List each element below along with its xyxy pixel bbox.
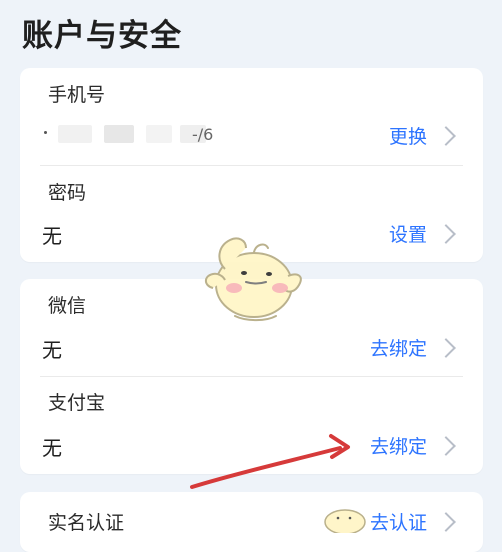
realname-card: 实名认证 去认证 (20, 492, 483, 552)
chevron-right-icon (436, 224, 456, 244)
change-phone-label: 更换 (388, 126, 427, 148)
chevron-right-icon (436, 436, 456, 456)
chevron-right-icon (436, 338, 456, 358)
bind-wechat-label: 去绑定 (369, 338, 427, 360)
password-label: 密码 (48, 182, 87, 204)
change-phone-button[interactable]: 更换 (388, 122, 456, 149)
alipay-value: 无 (42, 436, 62, 460)
bind-alipay-button[interactable]: 去绑定 (369, 432, 456, 459)
set-password-label: 设置 (388, 224, 427, 246)
red-arrow-icon (190, 434, 350, 489)
realname-label: 实名认证 (48, 512, 125, 534)
mini-mascot-icon (324, 509, 366, 533)
chick-mascot-icon (204, 237, 302, 322)
wechat-label: 微信 (48, 295, 87, 317)
bind-wechat-button[interactable]: 去绑定 (369, 334, 456, 361)
phone-row[interactable]: 手机号 -/6 更换 (20, 68, 483, 165)
wechat-value: 无 (42, 338, 62, 362)
bind-alipay-label: 去绑定 (369, 436, 427, 458)
chevron-right-icon (436, 512, 456, 532)
phone-mask-block-2 (104, 125, 134, 143)
password-value: 无 (42, 224, 62, 248)
realname-row[interactable]: 实名认证 去认证 (20, 492, 483, 552)
masked-phone-number: -/6 (44, 120, 213, 150)
phone-mask-block-3 (146, 125, 172, 143)
chevron-right-icon (436, 126, 456, 146)
phone-suffix: -/6 (192, 125, 214, 144)
phone-prefix-dot (44, 131, 47, 134)
set-password-button[interactable]: 设置 (388, 220, 456, 247)
alipay-label: 支付宝 (48, 392, 106, 414)
verify-realname-button[interactable]: 去认证 (369, 508, 456, 535)
phone-mask-block-1 (58, 125, 92, 143)
phone-label: 手机号 (48, 84, 106, 106)
page-title: 账户与安全 (22, 18, 182, 54)
verify-realname-label: 去认证 (369, 512, 427, 534)
